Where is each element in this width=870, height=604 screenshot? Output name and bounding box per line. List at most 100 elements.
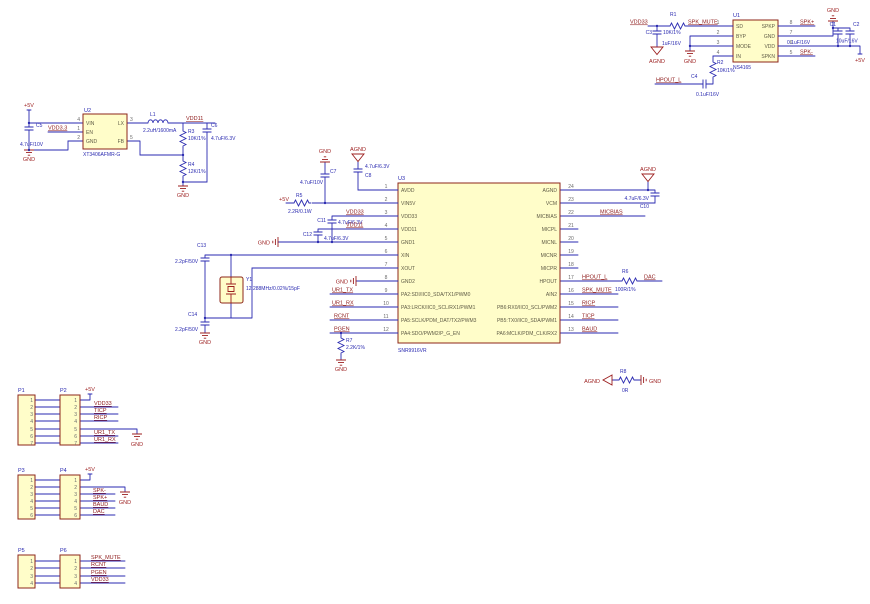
resistor-r8-symbol[interactable] (617, 377, 636, 383)
r5-ref: R5 (296, 193, 303, 199)
resistor-r6-symbol[interactable] (620, 278, 639, 284)
power-label-gnd: GND (199, 340, 211, 346)
capacitor-c7-symbol[interactable] (321, 174, 330, 177)
crystal-y1-body[interactable] (220, 277, 243, 303)
u3-pin-num: 9 (385, 288, 388, 294)
net-label-vdd33: VDD33 (94, 401, 112, 407)
u3-pin-name: MICNR (541, 253, 558, 259)
u3-pin-num: 17 (568, 275, 574, 281)
gnd-symbol[interactable] (351, 276, 356, 286)
net-label-pgen: PGEN (334, 327, 350, 333)
p3-pin: 5 (30, 506, 33, 512)
u2-part: XT3406AFMR-G (83, 152, 120, 158)
r2-value: 10K/1% (717, 68, 735, 74)
resistor-r7-symbol[interactable] (338, 336, 344, 355)
u3-pin-num: 6 (385, 249, 388, 255)
net-label-vdd3.3: VDD3.3 (48, 126, 67, 132)
r1-value: 10K/1% (663, 30, 681, 36)
agnd-symbol[interactable] (642, 174, 654, 182)
p1-pin: 2 (30, 405, 33, 411)
gnd-symbol[interactable] (120, 492, 130, 497)
u3-pin-name: VDD11 (401, 227, 417, 233)
power-label-5v: +5V (279, 197, 289, 203)
u3-pin-num: 23 (568, 197, 574, 203)
capacitor-c12-symbol[interactable] (314, 232, 323, 235)
r7-value: 2.2K/1% (346, 345, 365, 351)
u3-pin-name: XIN (401, 253, 410, 259)
inductor-l1-symbol[interactable] (148, 120, 168, 123)
capacitor-c11-symbol[interactable] (328, 220, 337, 223)
capacitor-c10-symbol[interactable] (651, 193, 660, 196)
p5-pin: 2 (30, 566, 33, 572)
u3-pin-num: 22 (568, 210, 574, 216)
c14-value: 2.2pF/50V (175, 327, 199, 333)
p1-pin: 5 (30, 427, 33, 433)
c3-ref: C3 (646, 30, 653, 36)
gnd-symbol[interactable] (336, 360, 346, 365)
u2-pin-fb: FB (118, 139, 125, 145)
schematic-page: U2 XT3406AFMR-G VIN EN GND LX FB 4 1 2 3… (0, 0, 870, 604)
agnd-symbol[interactable] (651, 47, 663, 55)
capacitor-c8-symbol[interactable] (354, 169, 363, 172)
u3-pin-name: AIN2 (546, 292, 557, 298)
connector-p4-body[interactable] (60, 475, 80, 519)
p3-pin: 4 (30, 499, 33, 505)
gnd-symbol[interactable] (828, 16, 838, 21)
agnd-symbol[interactable] (603, 375, 612, 385)
u3-pin-num: 18 (568, 262, 574, 268)
u2-pin-vin: VIN (86, 121, 95, 127)
r4-ref: R4 (188, 162, 195, 168)
gnd-symbol[interactable] (273, 237, 278, 247)
gnd-symbol[interactable] (320, 157, 330, 162)
region-main-ic: U3 SNR9916VR AVDD VIN5V VDD33 VDD11 GND1… (175, 147, 662, 373)
connector-p2-body[interactable] (60, 395, 80, 445)
c10-ref: C10 (640, 204, 649, 210)
r7-ref: R7 (346, 338, 353, 344)
connector-p6-body[interactable] (60, 555, 80, 588)
capacitor-c6-symbol[interactable] (203, 129, 212, 132)
net-label-vdd11: VDD11 (186, 116, 203, 122)
u3-pin-num: 3 (385, 210, 388, 216)
u2-pin-num: 3 (130, 117, 133, 123)
resistor-r5-symbol[interactable] (292, 200, 311, 206)
y1-ref: Y1 (246, 277, 252, 283)
gnd-symbol[interactable] (641, 375, 646, 385)
u3-pin-name: MICBIAS (536, 214, 557, 220)
power-label-gnd: GND (119, 500, 131, 506)
u3-pin-num: 21 (568, 223, 574, 229)
p2-pin: 1 (74, 398, 77, 404)
capacitor-c5-symbol[interactable] (25, 127, 34, 130)
resistor-r2-symbol[interactable] (710, 60, 716, 79)
r3-value: 10K/1% (188, 136, 206, 142)
power-label-5v: +5V (85, 467, 95, 473)
resistor-r3-symbol[interactable] (180, 129, 186, 148)
gnd-symbol[interactable] (685, 51, 695, 56)
u3-pin-name: PA5:SCLK/PDM_DAT/TX2/PWM3 (401, 318, 477, 324)
p1-ref: P1 (18, 388, 25, 394)
resistor-r1-symbol[interactable] (668, 23, 687, 29)
u3-pin-name: GND2 (401, 279, 415, 285)
region-speaker-amp: U1 NS4165 SD BYP MODE IN SPKP GND VDD SP… (630, 8, 865, 98)
net-label-vdd33: VDD33 (346, 210, 364, 216)
u2-pin-gnd: GND (86, 139, 98, 145)
c3-value: 1uF/16V (662, 41, 682, 47)
r6-ref: R6 (622, 269, 629, 275)
gnd-symbol[interactable] (200, 333, 210, 338)
agnd-symbol[interactable] (352, 154, 364, 162)
u3-pin-num: 14 (568, 314, 574, 320)
u1-pin-gnd: GND (764, 34, 776, 40)
u3-pin-name: VDD33 (401, 214, 417, 220)
p2-ref: P2 (60, 388, 67, 394)
power-label-gnd: GND (335, 367, 347, 373)
gnd-symbol[interactable] (132, 434, 142, 439)
p4-pin: 5 (74, 506, 77, 512)
u3-pin-num: 5 (385, 236, 388, 242)
p2-pin: 3 (74, 412, 77, 418)
u1-pin-spkn: SPKN (761, 54, 775, 60)
gnd-symbol[interactable] (178, 186, 188, 191)
c4-value: 0.1uF/16V (696, 92, 720, 98)
u1-pin-num: 2 (717, 30, 720, 36)
c8-ref: C8 (365, 173, 372, 179)
c6-value: 4.7uF/6.3V (211, 136, 236, 142)
resistor-r4-symbol[interactable] (180, 159, 186, 178)
